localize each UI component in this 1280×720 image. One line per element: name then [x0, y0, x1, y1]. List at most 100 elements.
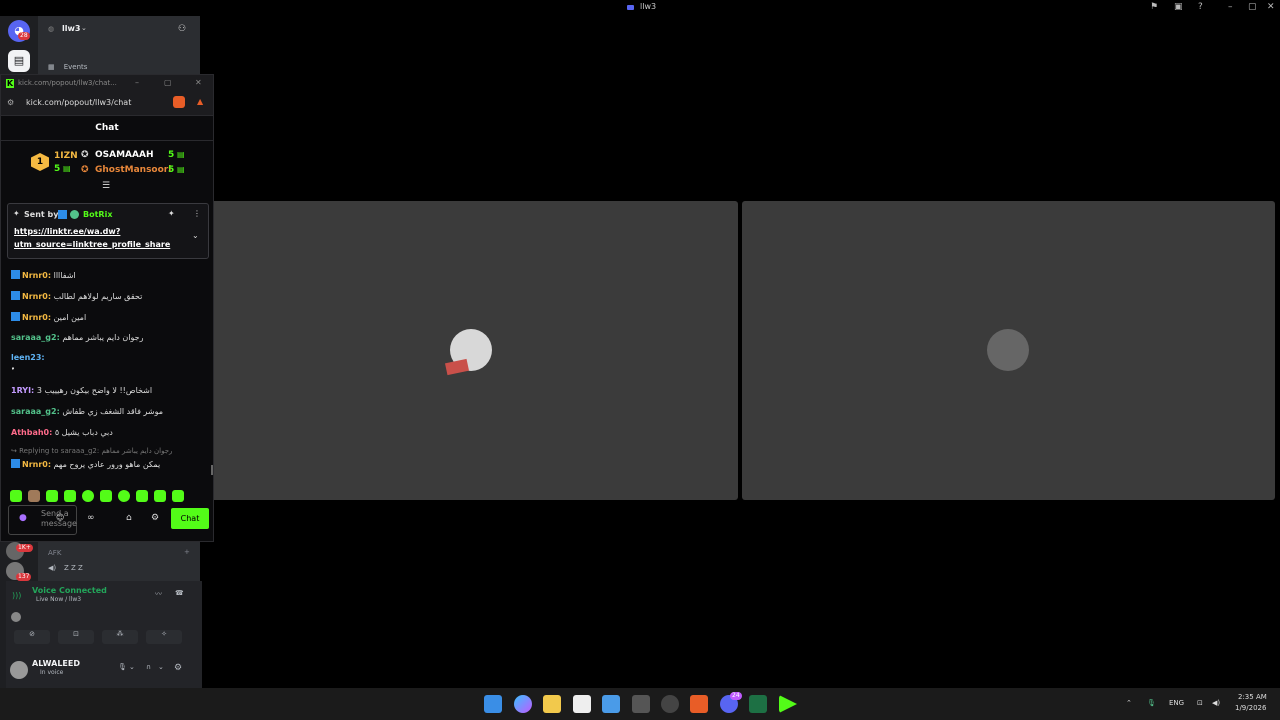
excel-icon[interactable]: [749, 695, 767, 713]
chat-username[interactable]: Athbah0:: [11, 428, 52, 437]
video-tile-2[interactable]: [742, 201, 1275, 500]
emote-icon[interactable]: [154, 490, 166, 502]
chat-message[interactable]: Nrnr0: يمكن ماهو ورور عادي يروح مهم: [11, 459, 160, 469]
video-tile-1[interactable]: [206, 201, 738, 500]
leaderboard-top-user[interactable]: 1IZN: [54, 151, 78, 161]
settings-icon[interactable]: ⚙: [174, 663, 182, 673]
chevron-down-icon[interactable]: ⌄: [81, 24, 87, 32]
sender-name[interactable]: BotRix: [83, 210, 112, 219]
emote-icon[interactable]: [100, 490, 112, 502]
store-icon[interactable]: ⌂: [126, 513, 132, 523]
minimize-icon[interactable]: –: [1228, 2, 1233, 12]
pinned-link-1[interactable]: https://linktr.ee/wa.dw?: [14, 227, 120, 236]
more-options-icon[interactable]: ⋮: [193, 209, 201, 218]
leaderboard-user[interactable]: GhostMansoori: [95, 165, 171, 175]
microphone-icon[interactable]: 🎙: [118, 663, 127, 671]
help-icon[interactable]: ?: [1198, 2, 1203, 12]
maximize-icon[interactable]: ▢: [164, 78, 172, 87]
brave-shield-icon[interactable]: [173, 96, 185, 108]
emoji-icon[interactable]: ☺: [56, 513, 64, 522]
start-icon[interactable]: [484, 695, 502, 713]
chat-message[interactable]: leen23:: [11, 353, 45, 362]
channel-item-events[interactable]: ▦ Events: [48, 54, 87, 73]
reply-context[interactable]: ↪ Replying to saraaa_g2: رجوان دايم يباش…: [11, 447, 172, 455]
chat-message[interactable]: Nrnr0: امين امين: [11, 312, 86, 322]
voice-channel-name[interactable]: AFK: [48, 549, 61, 557]
brave-icon[interactable]: [690, 695, 708, 713]
emote-icon[interactable]: [118, 490, 130, 502]
invite-icon[interactable]: ⚇: [178, 24, 186, 34]
clock-time[interactable]: 2:35 AM: [1238, 693, 1267, 701]
minimize-icon[interactable]: –: [135, 78, 139, 87]
user-name[interactable]: ALWALEED: [32, 659, 80, 668]
chat-message[interactable]: saraaa_g2: رجوان دايم يباشر مماهم: [11, 333, 143, 342]
chevron-down-icon[interactable]: ⌄: [158, 663, 164, 671]
voice-connected-label[interactable]: Voice Connected: [32, 586, 107, 595]
chevron-down-icon[interactable]: ⌄: [192, 231, 199, 240]
settings-icon[interactable]: ⚙: [151, 513, 159, 523]
microphone-icon[interactable]: 🎙: [1147, 699, 1156, 707]
screen-share-icon[interactable]: ⊡: [58, 630, 94, 644]
activities-icon[interactable]: ⁂: [102, 630, 138, 644]
emote-icon[interactable]: [136, 490, 148, 502]
clock-date[interactable]: 1/9/2026: [1235, 704, 1266, 712]
close-icon[interactable]: ✕: [195, 78, 202, 87]
chat-message[interactable]: Nrnr0: تحقق ساريم لولاهم لطالب: [11, 291, 142, 301]
url-text[interactable]: kick.com/popout/llw3/chat: [26, 98, 131, 107]
send-chat-button[interactable]: Chat: [171, 508, 209, 529]
notepad-icon[interactable]: [573, 695, 591, 713]
inbox-icon[interactable]: ▣: [1174, 2, 1183, 12]
chat-username[interactable]: saraaa_g2:: [11, 407, 60, 416]
chat-message[interactable]: 1RYI: 3 اشخاص!! لا واضح بيكون رهيييب: [11, 386, 152, 395]
chat-username[interactable]: Nrnr0:: [22, 271, 51, 280]
chevron-up-icon[interactable]: ⌃: [1126, 699, 1132, 707]
noise-suppression-icon[interactable]: 〰: [155, 589, 162, 599]
emote-icon[interactable]: [64, 490, 76, 502]
server-name[interactable]: llw3: [62, 24, 80, 33]
camera-off-icon[interactable]: ⊘: [14, 630, 50, 644]
chat-username[interactable]: 1RYI:: [11, 386, 34, 395]
pin-icon[interactable]: ⚑: [1150, 2, 1158, 12]
unpin-icon[interactable]: ✦: [168, 209, 175, 218]
kick-app-icon[interactable]: [779, 695, 797, 713]
channel-points-icon[interactable]: ∞: [87, 513, 95, 523]
maximize-icon[interactable]: ▢: [1248, 2, 1257, 12]
chrome-icon[interactable]: [661, 695, 679, 713]
add-icon[interactable]: +: [184, 548, 190, 556]
chevron-down-icon[interactable]: ⌄: [129, 663, 135, 671]
avatar[interactable]: [10, 661, 28, 679]
collapse-icon[interactable]: ☰: [102, 181, 110, 191]
voice-connected-sub[interactable]: Live Now / llw3: [36, 596, 81, 603]
copilot-icon[interactable]: [514, 695, 532, 713]
site-settings-icon[interactable]: ⚙: [7, 98, 14, 107]
chat-username[interactable]: Nrnr0:: [22, 313, 51, 322]
chat-username[interactable]: saraaa_g2:: [11, 333, 60, 342]
chat-message[interactable]: Nrnr0: اشفاااا: [11, 270, 76, 280]
emote-icon[interactable]: [46, 490, 58, 502]
calculator-icon[interactable]: [632, 695, 650, 713]
pinned-link-2[interactable]: utm_source=linktree_profile_share: [14, 240, 170, 249]
server-icon[interactable]: ▤: [8, 50, 30, 72]
file-explorer-icon[interactable]: [543, 695, 561, 713]
store-icon[interactable]: [602, 695, 620, 713]
language-indicator[interactable]: ENG: [1169, 699, 1184, 707]
chat-username[interactable]: leen23:: [11, 353, 45, 362]
chat-username[interactable]: Nrnr0:: [22, 292, 51, 301]
chat-message[interactable]: Athbah0: دبي دباب يشيل ٥: [11, 428, 113, 437]
scrollbar[interactable]: [211, 465, 213, 475]
close-icon[interactable]: ✕: [1267, 2, 1275, 12]
message-input[interactable]: ● Send a message: [8, 505, 77, 535]
emote-icon[interactable]: [172, 490, 184, 502]
emote-icon[interactable]: [82, 490, 94, 502]
chat-message[interactable]: ٔٔٔٔٔٔٔٔٔٔٔٔٔٔٔٔٔٔٔٔٔٔٔٔٔٔٔٔٔٔٔٔٔٔٔٔٔٔٔٔ…: [11, 367, 181, 376]
leaderboard-user[interactable]: OSAMAAAH: [95, 150, 153, 160]
volume-icon[interactable]: ◀): [1212, 699, 1220, 707]
disconnect-icon[interactable]: ☎: [175, 589, 184, 597]
headphones-icon[interactable]: ∩: [146, 663, 151, 671]
chat-message[interactable]: saraaa_g2: موشر فاقد الشغف زي طفاش: [11, 407, 163, 416]
emote-icon[interactable]: [28, 490, 40, 502]
soundboard-icon[interactable]: ✧: [146, 630, 182, 644]
network-icon[interactable]: ⊡: [1197, 699, 1203, 707]
emote-icon[interactable]: [10, 490, 22, 502]
rewards-icon[interactable]: ▲: [197, 97, 203, 106]
